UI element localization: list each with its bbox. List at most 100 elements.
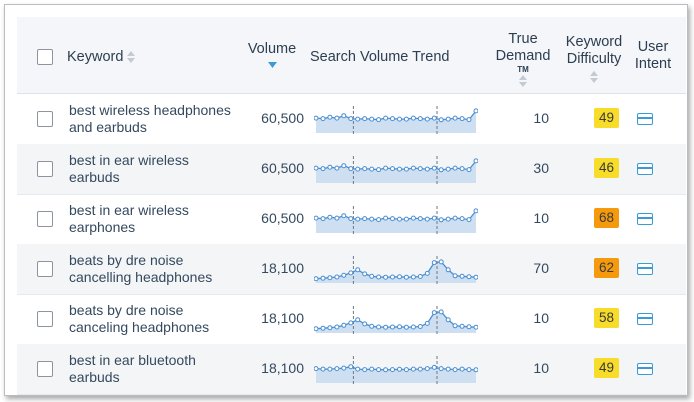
trend-point [410, 366, 416, 372]
keyword-cell[interactable]: beats by dre noise canceling headphones [69, 302, 244, 335]
keyword-difficulty-badge: 62 [594, 258, 619, 278]
sort-icon[interactable] [590, 71, 598, 83]
trend-point [355, 267, 361, 273]
keyword-text-line1: beats by dre noise [69, 302, 184, 318]
trend-point [417, 324, 423, 329]
trend-point [383, 367, 389, 373]
trend-point [452, 115, 458, 121]
sort-icon[interactable] [127, 51, 136, 63]
search-volume-sparkline [314, 356, 478, 384]
trend-point [445, 267, 451, 273]
trend-point [438, 366, 444, 372]
trend-point [390, 116, 395, 122]
trend-point [390, 367, 395, 373]
row-checkbox[interactable] [37, 161, 53, 177]
trend-point [466, 217, 472, 223]
intent-column-header: User Intent [631, 39, 675, 73]
trend-point [390, 166, 395, 172]
trend-point [431, 215, 437, 221]
trend-point [355, 366, 361, 372]
table-row[interactable]: best in ear wireless earbuds 60,500 30 46 [17, 144, 686, 195]
trend-point [355, 166, 361, 172]
keyword-cell[interactable]: best in ear wireless earphones [69, 202, 244, 235]
trend-point [431, 115, 437, 121]
trend-point [397, 274, 402, 280]
row-checkbox[interactable] [37, 261, 53, 277]
sort-descending-icon[interactable] [267, 62, 277, 68]
row-checkbox[interactable] [37, 211, 53, 227]
trend-point [314, 115, 319, 121]
keyword-difficulty-badge: 49 [594, 108, 619, 128]
trend-point [417, 274, 423, 279]
keyword-cell[interactable]: best in ear wireless earbuds [69, 152, 244, 185]
trend-point [473, 274, 478, 280]
trend-point [473, 367, 478, 373]
sort-icon[interactable] [519, 75, 527, 87]
trend-point [431, 260, 437, 266]
keyword-table-frame: Keyword Volume Search Volume Trend True … [4, 4, 688, 396]
trend-area [316, 210, 476, 233]
keyword-cell[interactable]: best wireless headphones and earbuds [69, 102, 244, 135]
trend-point [466, 274, 472, 280]
trend-point [320, 216, 326, 222]
credit-card-icon[interactable] [637, 313, 653, 325]
trend-point [445, 317, 451, 323]
trend-point [445, 166, 451, 172]
trend-point [424, 116, 430, 122]
keyword-difficulty-badge: 58 [594, 308, 619, 328]
trend-point [424, 166, 430, 172]
row-checkbox[interactable] [37, 311, 53, 327]
trend-point [327, 325, 333, 331]
trend-point [320, 325, 326, 331]
trend-point [452, 273, 458, 279]
credit-card-icon[interactable] [637, 213, 653, 225]
credit-card-icon[interactable] [637, 163, 653, 175]
row-checkbox[interactable] [37, 111, 53, 127]
keyword-difficulty-badge: 68 [594, 208, 619, 228]
true-demand-column-header[interactable]: True Demand TM [493, 31, 553, 87]
true-demand-value: 10 [533, 310, 549, 326]
trend-point [397, 166, 402, 172]
credit-card-icon[interactable] [637, 363, 653, 375]
trend-point [362, 116, 368, 122]
table-row[interactable]: best in ear wireless earphones 60,500 10 68 [17, 194, 686, 245]
trend-point [431, 364, 437, 370]
trend-point [438, 309, 444, 315]
credit-card-icon[interactable] [637, 263, 653, 275]
keyword-column-header[interactable]: Keyword [67, 49, 136, 66]
difficulty-label-line2: Difficulty [566, 51, 622, 67]
true-demand-value: 10 [533, 360, 549, 376]
trend-point [348, 166, 354, 172]
keyword-text-line2: earphones [69, 218, 136, 235]
trend-point [369, 323, 375, 329]
keyword-difficulty-badge: 46 [594, 158, 619, 178]
table-row[interactable]: best wireless headphones and earbuds 60,50… [17, 94, 686, 145]
table-row[interactable]: best in ear bluetooth earbuds 18,100 10 49 [17, 344, 686, 395]
trend-point [459, 216, 465, 222]
select-all-checkbox[interactable] [37, 49, 53, 65]
keyword-text-line1: best wireless headphones [69, 102, 231, 118]
row-checkbox[interactable] [37, 361, 53, 377]
keyword-cell[interactable]: beats by dre noise cancelling headphones [69, 252, 244, 285]
table-row[interactable]: beats by dre noise canceling headphones 18… [17, 294, 686, 345]
volume-column-header[interactable]: Volume [247, 41, 297, 68]
trend-point [348, 270, 354, 276]
trend-point [334, 274, 340, 280]
trend-point [376, 324, 382, 330]
trend-column-header: Search Volume Trend [310, 49, 450, 65]
keyword-text-line2: canceling headphones [69, 318, 210, 335]
keyword-text-line2: cancelling headphones [69, 268, 213, 285]
difficulty-column-header[interactable]: Keyword Difficulty [563, 34, 625, 83]
trend-point [369, 116, 375, 122]
trend-point [473, 158, 478, 164]
keyword-cell[interactable]: best in ear bluetooth earbuds [69, 352, 244, 385]
trend-point [327, 114, 333, 120]
trend-point [390, 216, 395, 222]
trend-point [320, 116, 326, 122]
trend-point [445, 116, 451, 122]
trend-point [390, 324, 395, 330]
credit-card-icon[interactable] [637, 113, 653, 125]
trend-point [376, 217, 382, 223]
table-row[interactable]: beats by dre noise cancelling headphones 1… [17, 244, 686, 295]
trend-point [397, 324, 402, 330]
